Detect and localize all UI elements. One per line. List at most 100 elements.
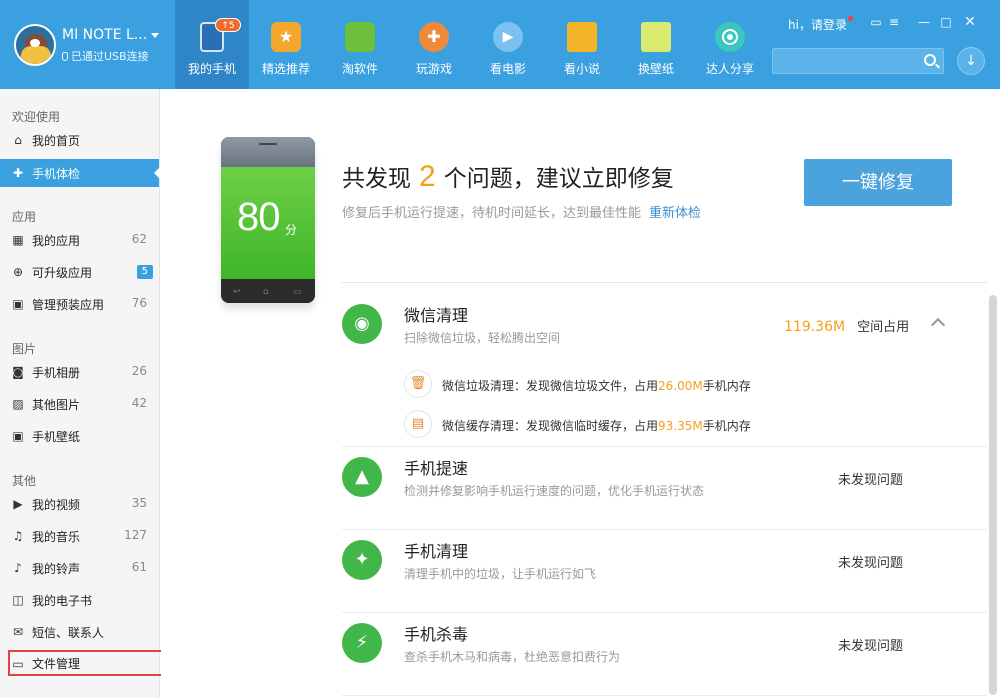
divider bbox=[342, 695, 987, 696]
health-score: 80 bbox=[237, 195, 280, 239]
nav-novels[interactable]: 看小说 bbox=[545, 0, 619, 89]
phone-buttons: ↩ ⌂ ▭ bbox=[221, 279, 315, 303]
image-icon: ▨ bbox=[12, 397, 24, 411]
nav-games[interactable]: ✚ 玩游戏 bbox=[397, 0, 471, 89]
gamepad-icon: ✚ bbox=[419, 22, 449, 52]
chevron-up-icon[interactable] bbox=[930, 317, 946, 333]
music-icon: ♫ bbox=[12, 529, 24, 543]
sidebar-item-checkup[interactable]: ✚ 手机体检 bbox=[0, 159, 160, 187]
sidebar-item-label: 我的首页 bbox=[32, 134, 81, 148]
sidebar: 欢迎使用 ⌂ 我的首页 ✚ 手机体检 应用 ▦ 我的应用 62 ⊕ 可升级应用 … bbox=[0, 89, 204, 698]
result-title: 手机清理 bbox=[404, 542, 469, 561]
nav-label: 达人分享 bbox=[705, 62, 754, 76]
login-text: hi，请登录 bbox=[788, 18, 847, 32]
item-count: 127 bbox=[124, 528, 147, 542]
wallpaper-icon bbox=[641, 22, 671, 52]
divider bbox=[342, 446, 987, 447]
sidebar-item-label: 手机相册 bbox=[32, 366, 81, 380]
video-icon: ▶ bbox=[13, 497, 23, 511]
update-badge: ↑5 bbox=[215, 18, 241, 32]
menu-icon[interactable]: ≡ bbox=[886, 14, 902, 30]
sidebar-item-wallpaper[interactable]: ▣ 手机壁纸 bbox=[0, 422, 159, 450]
mail-icon: ✉ bbox=[12, 625, 24, 639]
phone-top bbox=[221, 137, 315, 167]
nav-software[interactable]: 淘软件 bbox=[323, 0, 397, 89]
sidebar-item-other-images[interactable]: ▨ 其他图片 42 bbox=[0, 390, 159, 418]
nav-label: 看电影 bbox=[489, 62, 526, 76]
sidebar-item-label: 短信、联系人 bbox=[32, 626, 105, 640]
download-icon[interactable]: ↓ bbox=[957, 47, 985, 75]
feedback-icon[interactable]: ▭ bbox=[868, 14, 884, 30]
item-count: 62 bbox=[131, 232, 147, 246]
item-count: 61 bbox=[131, 560, 147, 574]
search-icon[interactable] bbox=[924, 54, 936, 66]
sidebar-item-sms-contacts[interactable]: ✉ 短信、联系人 bbox=[0, 618, 159, 646]
sidebar-item-videos[interactable]: ▶ 我的视频 35 bbox=[0, 490, 159, 518]
sidebar-item-label: 我的电子书 bbox=[32, 594, 93, 608]
result-desc: 扫除微信垃圾，轻松腾出空间 bbox=[404, 331, 561, 345]
sidebar-item-ebooks[interactable]: ◫ 我的电子书 bbox=[0, 586, 159, 614]
nav-label: 玩游戏 bbox=[415, 62, 452, 76]
nav-label: 换壁纸 bbox=[637, 62, 674, 76]
one-click-fix-button[interactable]: 一键修复 bbox=[804, 159, 952, 206]
maximize-icon[interactable]: □ bbox=[938, 14, 954, 30]
box-icon: ▤ bbox=[404, 410, 432, 438]
device-name-dropdown[interactable]: MI NOTE L... bbox=[62, 27, 160, 43]
main-content: 80 分 ↩ ⌂ ▭ 共发现 2 个问题，建议立即修复 修复后手机运行提速，待机时间… bbox=[161, 89, 1000, 698]
camera-icon: ◙ bbox=[12, 365, 24, 379]
scrollbar[interactable] bbox=[989, 295, 997, 695]
device-avatar[interactable] bbox=[14, 24, 56, 66]
upgrade-icon: ⊕ bbox=[12, 265, 24, 279]
result-title: 微信清理 bbox=[404, 306, 469, 325]
result-desc: 清理手机中的垃圾，让手机运行如飞 bbox=[404, 567, 597, 581]
chevron-down-icon bbox=[151, 32, 160, 38]
minimize-icon[interactable]: — bbox=[916, 14, 932, 30]
sub-item-wechat-cache: ▤ 微信缓存清理：发现微信临时缓存，占用93.35M手机内存 bbox=[404, 410, 964, 440]
share-icon bbox=[715, 22, 745, 52]
nav-share[interactable]: 达人分享 bbox=[693, 0, 767, 89]
sidebar-item-label: 我的音乐 bbox=[32, 530, 81, 544]
login-link[interactable]: hi，请登录 bbox=[788, 16, 853, 33]
nav-label: 淘软件 bbox=[341, 62, 378, 76]
sidebar-item-home[interactable]: ⌂ 我的首页 bbox=[0, 126, 159, 154]
sidebar-item-label: 手机壁纸 bbox=[32, 430, 81, 444]
nav-recommended[interactable]: ★ 精选推荐 bbox=[249, 0, 323, 89]
sub-item-text: 微信垃圾清理：发现微信垃圾文件，占用26.00M手机内存 bbox=[442, 377, 751, 394]
wallpaper-icon: ▣ bbox=[12, 429, 24, 443]
book-icon bbox=[567, 22, 597, 52]
rocket-icon: ▲ bbox=[342, 457, 382, 497]
divider bbox=[342, 612, 987, 613]
sidebar-item-ringtones[interactable]: ♪ 我的铃声 61 bbox=[0, 554, 159, 582]
sidebar-item-my-apps[interactable]: ▦ 我的应用 62 bbox=[0, 226, 159, 254]
nav-wallpaper[interactable]: 换壁纸 bbox=[619, 0, 693, 89]
sidebar-item-music[interactable]: ♫ 我的音乐 127 bbox=[0, 522, 159, 550]
summary-desc-text: 修复后手机运行提速，待机时间延长，达到最佳性能 bbox=[342, 206, 642, 221]
section-title: 欢迎使用 bbox=[12, 110, 61, 124]
top-right-area: hi，请登录 ▭ ≡ — □ ✕ ↓ bbox=[772, 0, 1000, 89]
result-desc: 检测并修复影响手机运行速度的问题，优化手机运行状态 bbox=[404, 484, 705, 498]
result-status: 未发现问题 bbox=[838, 473, 904, 488]
sidebar-item-upgradable[interactable]: ⊕ 可升级应用 5 bbox=[0, 258, 159, 286]
summary-description: 修复后手机运行提速，待机时间延长，达到最佳性能 重新体检 bbox=[342, 202, 701, 221]
recheck-link[interactable]: 重新体检 bbox=[649, 206, 701, 221]
ebook-icon: ◫ bbox=[12, 593, 24, 607]
sub-text: 手机内存 bbox=[702, 419, 751, 433]
home-button-icon: ⌂ bbox=[263, 287, 269, 297]
nav-movies[interactable]: ▶ 看电影 bbox=[471, 0, 545, 89]
broom-icon: ✦ bbox=[342, 540, 382, 580]
result-desc: 查杀手机木马和病毒，杜绝恶意扣费行为 bbox=[404, 650, 621, 664]
sidebar-item-preinstalled[interactable]: ▣ 管理预装应用 76 bbox=[0, 290, 159, 318]
connection-label: 已通过USB连接 bbox=[71, 50, 149, 63]
nav-my-phone[interactable]: ↑5 我的手机 bbox=[175, 0, 249, 89]
summary-headline: 共发现 2 个问题，建议立即修复 bbox=[342, 159, 674, 194]
close-icon[interactable]: ✕ bbox=[962, 14, 978, 30]
play-icon: ▶ bbox=[493, 22, 523, 52]
result-status: 未发现问题 bbox=[838, 639, 904, 654]
folder-icon: ▭ bbox=[12, 657, 24, 671]
section-title: 其他 bbox=[12, 474, 37, 488]
sidebar-item-album[interactable]: ◙ 手机相册 26 bbox=[0, 358, 159, 386]
search-input[interactable] bbox=[772, 48, 944, 74]
device-info[interactable]: MI NOTE L... 已通过USB连接 bbox=[14, 24, 174, 68]
sidebar-item-label: 我的视频 bbox=[32, 498, 81, 512]
top-bar: MI NOTE L... 已通过USB连接 ↑5 我的手机 ★ 精选推荐 淘软件… bbox=[0, 0, 1000, 89]
